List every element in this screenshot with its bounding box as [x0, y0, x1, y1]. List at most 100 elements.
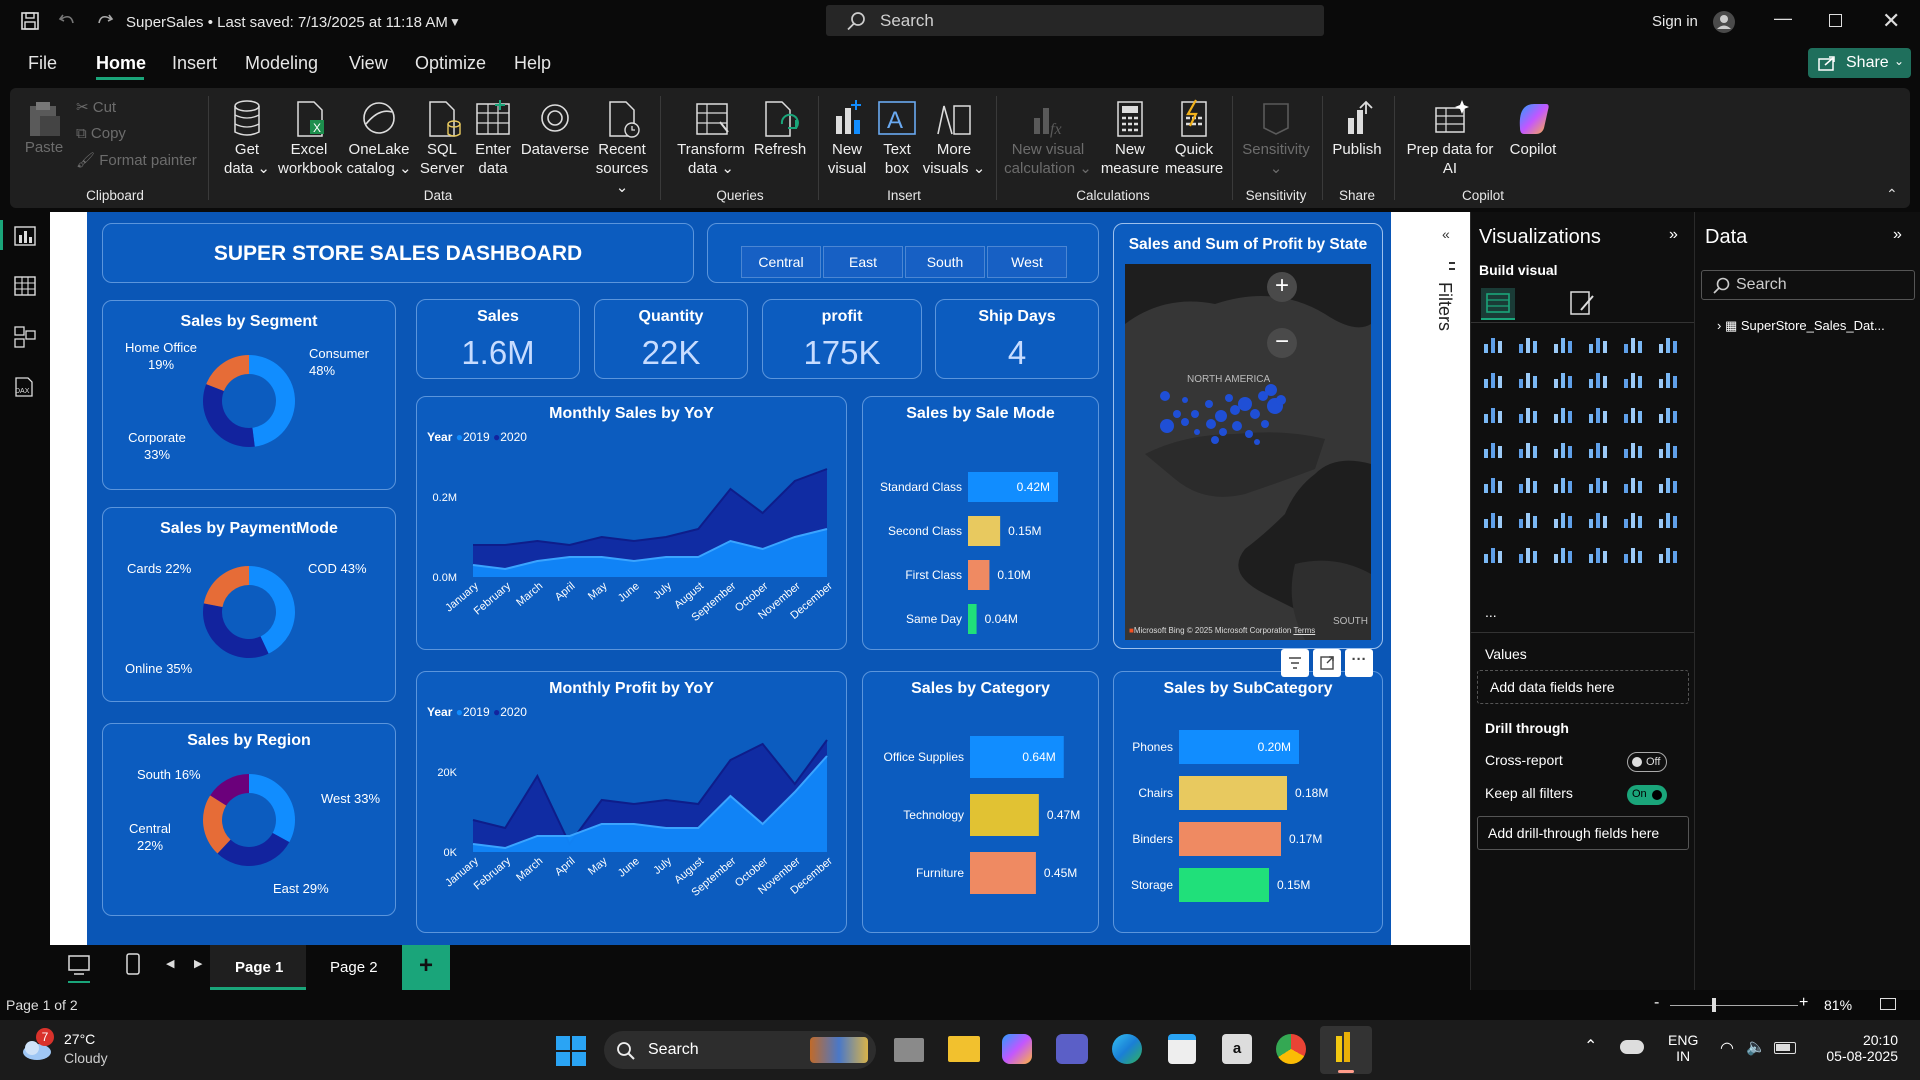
menu-insert[interactable]: Insert	[172, 53, 217, 74]
prev-page-icon[interactable]: ◀	[166, 957, 174, 970]
map-area[interactable]: NORTH AMERICA SOUTH + − ■Microsoft Bing …	[1125, 264, 1371, 640]
visual-type-icon[interactable]	[1516, 542, 1540, 566]
edge-icon[interactable]	[1112, 1034, 1142, 1064]
menu-modeling[interactable]: Modeling	[245, 53, 318, 74]
visual-type-icon[interactable]	[1481, 472, 1505, 496]
maximize-icon[interactable]	[1829, 14, 1842, 27]
teams-icon[interactable]	[1056, 1034, 1088, 1064]
visual-type-icon[interactable]	[1586, 402, 1610, 426]
visual-type-icon[interactable]	[1551, 472, 1575, 496]
add-page-button[interactable]: +	[402, 945, 450, 990]
keep-filters-toggle[interactable]: On	[1627, 785, 1667, 805]
state-bubble[interactable]	[1261, 420, 1269, 428]
quick-measure-button[interactable]: Quick measure	[1162, 98, 1226, 178]
state-bubble[interactable]	[1211, 436, 1219, 444]
state-bubble[interactable]	[1160, 391, 1170, 401]
share-button[interactable]: Share ⌄	[1808, 48, 1911, 78]
visual-type-icon[interactable]	[1481, 367, 1505, 391]
donut-slice-online[interactable]	[203, 603, 269, 658]
format-painter-button[interactable]: 🖌 Format painter	[76, 151, 197, 170]
filter-visual-icon[interactable]	[1281, 649, 1309, 677]
visual-type-icon[interactable]	[1551, 542, 1575, 566]
slicer-south[interactable]: South	[905, 246, 985, 278]
state-bubble[interactable]	[1250, 409, 1260, 419]
visual-type-icon[interactable]	[1516, 402, 1540, 426]
visual-type-icon[interactable]	[1516, 332, 1540, 356]
sensitivity-button[interactable]: Sensitivity ⌄	[1236, 98, 1316, 178]
volume-icon[interactable]: 🔈	[1746, 1037, 1766, 1057]
menu-view[interactable]: View	[349, 53, 388, 74]
category-card[interactable]: Sales by Category Office Supplies 0.64M Te…	[862, 671, 1099, 933]
map-card[interactable]: Sales and Sum of Profit by State NORTH A…	[1113, 223, 1383, 649]
state-bubble[interactable]	[1245, 430, 1253, 438]
filters-pane-collapsed[interactable]: « Filters	[1428, 212, 1470, 945]
enter-data-button[interactable]: Enter data	[470, 98, 516, 178]
windows-start-icon[interactable]	[556, 1036, 586, 1066]
taskbar-search[interactable]: Search	[604, 1031, 876, 1069]
excel-workbook-button[interactable]: X Excel workbook	[278, 98, 342, 178]
global-search[interactable]: Search	[826, 5, 1324, 36]
cross-report-toggle[interactable]: Off	[1627, 752, 1667, 772]
model-view-icon[interactable]	[14, 326, 36, 348]
task-view-icon[interactable]	[894, 1038, 924, 1062]
page-tab-1[interactable]: Page 1	[210, 945, 306, 990]
publish-button[interactable]: Publish	[1326, 98, 1388, 159]
visual-type-icon[interactable]	[1516, 507, 1540, 531]
fit-page-icon[interactable]	[1880, 998, 1896, 1010]
bar-furniture[interactable]	[970, 852, 1036, 894]
undo-icon[interactable]	[58, 11, 76, 29]
new-visual-button[interactable]: New visual	[822, 98, 872, 178]
donut-slice-consumer[interactable]	[249, 355, 296, 447]
language-indicator[interactable]: ENG IN	[1668, 1032, 1698, 1064]
visual-type-icon[interactable]	[1621, 402, 1645, 426]
zoom-slider[interactable]	[1670, 1005, 1798, 1006]
expand-filters-icon[interactable]: «	[1442, 226, 1450, 242]
monthly-sales-card[interactable]: Monthly Sales by YoY Year ●2019 ●2020 0.…	[416, 396, 847, 650]
state-bubble[interactable]	[1215, 410, 1227, 422]
menu-home[interactable]: Home	[96, 53, 146, 74]
collapse-ribbon-icon[interactable]: ⌃	[1886, 186, 1898, 203]
table-view-icon[interactable]	[14, 276, 36, 296]
donut-slice-home-office[interactable]	[206, 355, 249, 392]
kpi-quantity-card[interactable]: Quantity 22K	[594, 299, 748, 379]
visual-type-icon[interactable]	[1551, 332, 1575, 356]
store-icon[interactable]	[1168, 1034, 1196, 1064]
visual-type-icon[interactable]	[1481, 507, 1505, 531]
visual-type-icon[interactable]	[1551, 402, 1575, 426]
visual-type-icon[interactable]	[1586, 332, 1610, 356]
visual-type-icon[interactable]	[1586, 542, 1610, 566]
dax-query-view-icon[interactable]: DAX	[12, 376, 36, 398]
donut-slice-corporate[interactable]	[203, 384, 255, 447]
get-data-button[interactable]: Get data ⌄	[222, 98, 272, 178]
desktop-layout-icon[interactable]	[68, 955, 90, 975]
kpi-sales-card[interactable]: Sales 1.6M	[416, 299, 580, 379]
cut-button[interactable]: ✂ Cut	[76, 98, 116, 117]
visual-type-icon[interactable]	[1656, 507, 1680, 531]
refresh-button[interactable]: Refresh	[752, 98, 808, 159]
bar-first-class[interactable]	[968, 560, 990, 590]
visual-type-icon[interactable]	[1621, 472, 1645, 496]
bar-second-class[interactable]	[968, 516, 1001, 546]
more-visuals-button[interactable]: More visuals ⌄	[922, 98, 986, 178]
visual-type-icon[interactable]	[1621, 367, 1645, 391]
menu-help[interactable]: Help	[514, 53, 551, 74]
zoom-slider-thumb[interactable]	[1712, 998, 1716, 1012]
visual-type-icon[interactable]	[1621, 437, 1645, 461]
copilot-taskbar-icon[interactable]	[1002, 1034, 1032, 1064]
state-bubble[interactable]	[1206, 419, 1216, 429]
state-bubble[interactable]	[1191, 410, 1199, 418]
bar-chairs[interactable]	[1179, 776, 1287, 810]
state-bubble[interactable]	[1160, 419, 1174, 433]
zoom-out-button[interactable]: -	[1654, 994, 1659, 1012]
file-explorer-icon[interactable]	[948, 1036, 980, 1062]
amazon-icon[interactable]: a	[1222, 1034, 1252, 1064]
data-search-input[interactable]: Search	[1701, 270, 1915, 300]
state-bubble[interactable]	[1254, 439, 1260, 445]
drill-through-drop-zone[interactable]: Add drill-through fields here	[1477, 816, 1689, 850]
more-visuals-ellipsis[interactable]: ...	[1485, 604, 1497, 620]
visual-type-icon[interactable]	[1656, 402, 1680, 426]
zoom-in-icon[interactable]: +	[1267, 272, 1297, 302]
visual-type-icon[interactable]	[1516, 437, 1540, 461]
visual-type-icon[interactable]	[1656, 542, 1680, 566]
slicer-west[interactable]: West	[987, 246, 1067, 278]
